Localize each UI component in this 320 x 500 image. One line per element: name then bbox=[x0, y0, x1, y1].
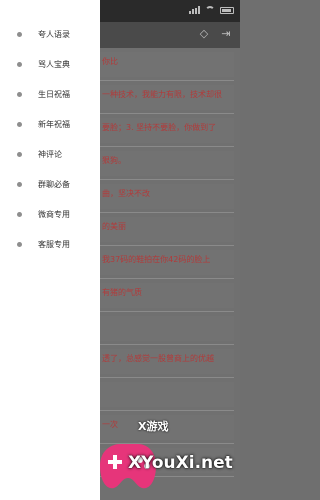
list-item-text: 曲，坚决不改 bbox=[102, 189, 150, 198]
screen: ◇ ⇥ 你比 一种技术，我能力有限，技术却很 要脸；3. 坚持不要脸，你做到了 … bbox=[0, 0, 240, 500]
signal-icon bbox=[189, 6, 200, 14]
bullet-icon bbox=[17, 92, 22, 97]
navigation-drawer: 夸人语录 骂人宝典 生日祝福 新年祝福 神评论 群聊必备 微商专用 客服专用 bbox=[0, 0, 100, 500]
drawer-item-birthday[interactable]: 生日祝福 bbox=[0, 82, 100, 108]
drawer-item-label: 夸人语录 bbox=[38, 30, 70, 39]
drawer-item-new-year[interactable]: 新年祝福 bbox=[0, 112, 100, 138]
drawer-item-group-chat[interactable]: 群聊必备 bbox=[0, 172, 100, 198]
watermark-domain: XYouXi.net bbox=[128, 453, 233, 473]
list-item-text: 一种技术，我能力有限，技术却很 bbox=[102, 90, 222, 99]
status-icons bbox=[189, 6, 234, 14]
drawer-item-label: 客服专用 bbox=[38, 240, 70, 249]
bullet-icon bbox=[17, 62, 22, 67]
bullet-icon bbox=[17, 242, 22, 247]
drawer-item-label: 新年祝福 bbox=[38, 120, 70, 129]
drawer-item-label: 骂人宝典 bbox=[38, 60, 70, 69]
list-item-text: 要脸；3. 坚持不要脸，你做到了 bbox=[102, 123, 217, 132]
drawer-item-wechat-business[interactable]: 微商专用 bbox=[0, 202, 100, 228]
battery-icon bbox=[220, 6, 234, 14]
bullet-icon bbox=[17, 212, 22, 217]
list-item-text: 你比 bbox=[102, 57, 118, 66]
drawer-item-praise[interactable]: 夸人语录 bbox=[0, 22, 100, 48]
list-item-text: 狠狗。 bbox=[102, 156, 126, 165]
wifi-icon bbox=[205, 6, 215, 14]
list-item-text: 有猪的气质 bbox=[102, 288, 142, 297]
dropbox-icon[interactable]: ◇ bbox=[198, 28, 210, 40]
list-item-text: 的美丽 bbox=[102, 222, 126, 231]
drawer-item-label: 生日祝福 bbox=[38, 90, 70, 99]
app-actions: ◇ ⇥ bbox=[198, 28, 232, 40]
drawer-item-label: 神评论 bbox=[38, 150, 62, 159]
bullet-icon bbox=[17, 182, 22, 187]
bullet-icon bbox=[17, 32, 22, 37]
bullet-icon bbox=[17, 122, 22, 127]
drawer-item-comments[interactable]: 神评论 bbox=[0, 142, 100, 168]
drawer-item-label: 微商专用 bbox=[38, 210, 70, 219]
bullet-icon bbox=[17, 152, 22, 157]
drawer-item-customer-service[interactable]: 客服专用 bbox=[0, 232, 100, 258]
exit-icon[interactable]: ⇥ bbox=[220, 28, 232, 40]
watermark-title: X游戏 bbox=[138, 420, 169, 433]
drawer-item-label: 群聊必备 bbox=[38, 180, 70, 189]
list-item-text: 透了，总感觉一股曾商上的优越 bbox=[102, 354, 214, 363]
list-item-text: 我37码的鞋拍在你42码的脸上 bbox=[102, 255, 211, 264]
drawer-item-insults[interactable]: 骂人宝典 bbox=[0, 52, 100, 78]
